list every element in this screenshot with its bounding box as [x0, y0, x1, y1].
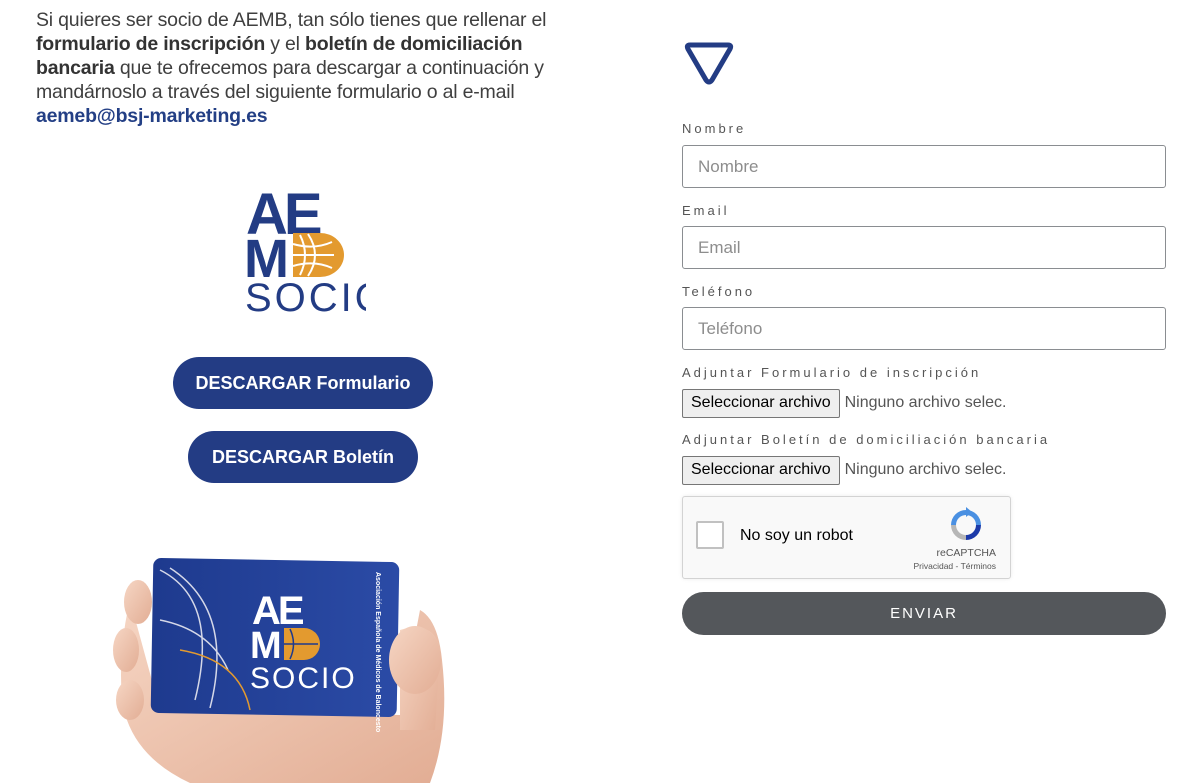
card-side-text: Asociación Española de Médicos de Balonc…: [374, 572, 381, 732]
attach-bulletin-file-status: Ninguno archivo selec.: [844, 461, 1007, 478]
attach-form-file-button[interactable]: Seleccionar archivo: [682, 388, 840, 418]
intro-bold-form: formulario de inscripción: [36, 33, 266, 55]
download-bulletin-button[interactable]: DESCARGAR Boletín: [188, 431, 418, 483]
intro-text-2: y el: [265, 33, 306, 55]
email-input[interactable]: [682, 226, 1166, 269]
submit-button[interactable]: ENVIAR: [682, 592, 1166, 635]
email-link[interactable]: aemeb@bsj-marketing.es: [36, 105, 268, 127]
recaptcha-link-separator: -: [953, 561, 961, 571]
attach-bulletin-file-button[interactable]: Seleccionar archivo: [682, 455, 840, 485]
recaptcha-terms-link[interactable]: Términos: [961, 561, 996, 571]
membership-card: AE M SOCIO Asociación Española de Médico…: [150, 558, 400, 732]
logo-socio-text: SOCIO: [245, 276, 366, 315]
email-label: Email: [682, 203, 730, 218]
aemb-socio-logo: AE M SOCIO: [244, 182, 366, 315]
thumb-illustration: [389, 626, 441, 694]
phone-label: Teléfono: [682, 284, 756, 299]
recaptcha-brand: reCAPTCHA: [936, 547, 996, 559]
intro-paragraph: Si quieres ser socio de AEMB, tan sólo t…: [36, 8, 576, 128]
brand-triangle-icon: [684, 42, 734, 85]
recaptcha-label: No soy un robot: [740, 527, 853, 544]
recaptcha-logo-icon: [951, 507, 981, 540]
phone-input[interactable]: [682, 307, 1166, 350]
intro-text-1: Si quieres ser socio de AEMB, tan sólo t…: [36, 9, 547, 31]
attach-form-file-input: Seleccionar archivo Ninguno archivo sele…: [682, 388, 1007, 418]
membership-card-photo: AE M SOCIO Asociación Española de Médico…: [113, 558, 445, 783]
card-m-text: M: [250, 625, 282, 667]
card-socio-text: SOCIO: [250, 662, 357, 695]
recaptcha-privacy-link[interactable]: Privacidad: [913, 561, 953, 571]
attach-form-file-status: Ninguno archivo selec.: [844, 394, 1007, 411]
basketball-icon: [292, 233, 344, 277]
card-basketball-icon: [284, 628, 320, 660]
recaptcha-checkbox[interactable]: [696, 521, 724, 549]
attach-bulletin-label: Adjuntar Boletín de domiciliación bancar…: [682, 432, 1051, 447]
attach-form-label: Adjuntar Formulario de inscripción: [682, 365, 982, 380]
download-form-button[interactable]: DESCARGAR Formulario: [173, 357, 433, 409]
recaptcha-links: Privacidad - Términos: [913, 561, 996, 571]
attach-bulletin-file-input: Seleccionar archivo Ninguno archivo sele…: [682, 455, 1007, 485]
recaptcha-widget: No soy un robot reCAPTCHA Privacidad - T…: [682, 496, 1011, 579]
name-label: Nombre: [682, 121, 747, 136]
name-input[interactable]: [682, 145, 1166, 188]
